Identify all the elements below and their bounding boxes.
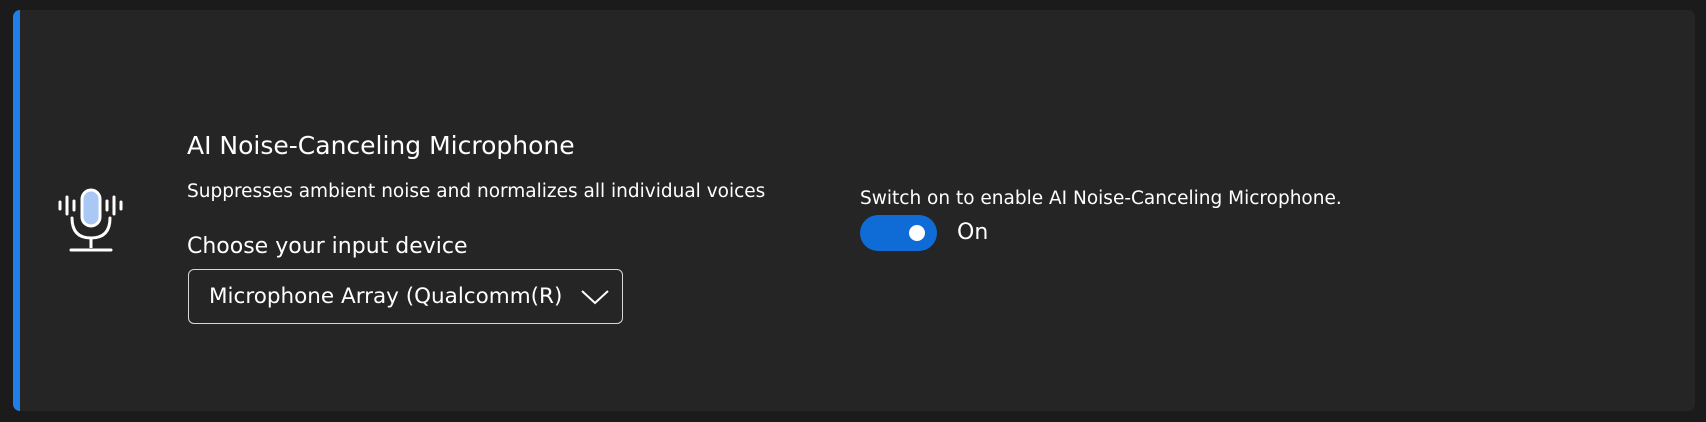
input-device-label: Choose your input device bbox=[187, 234, 468, 259]
microphone-noise-cancel-icon bbox=[58, 188, 123, 252]
noise-canceling-card: AI Noise-Canceling Microphone Suppresses… bbox=[13, 10, 1695, 411]
switch-hint: Switch on to enable AI Noise-Canceling M… bbox=[860, 188, 1342, 209]
input-device-selected-value: Microphone Array (Qualcomm(R) bbox=[209, 284, 563, 309]
accent-bar bbox=[13, 10, 20, 411]
toggle-state-label: On bbox=[957, 220, 989, 245]
input-device-dropdown[interactable]: Microphone Array (Qualcomm(R) bbox=[188, 269, 623, 324]
feature-title: AI Noise-Canceling Microphone bbox=[187, 131, 575, 160]
chevron-down-icon bbox=[581, 290, 609, 305]
toggle-knob bbox=[909, 225, 925, 241]
noise-canceling-toggle[interactable] bbox=[860, 215, 937, 251]
feature-description: Suppresses ambient noise and normalizes … bbox=[187, 181, 766, 202]
